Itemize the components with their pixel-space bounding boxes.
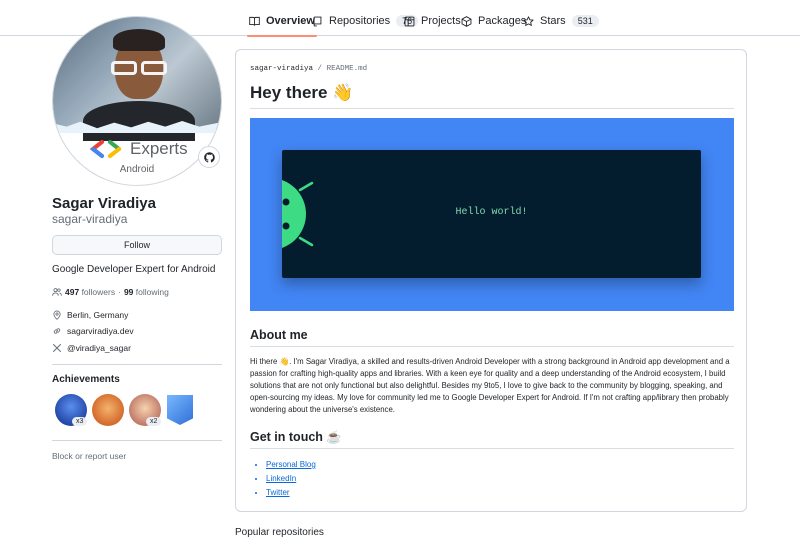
package-icon (461, 15, 472, 27)
location-text: Berlin, Germany (67, 310, 129, 320)
tab-projects[interactable]: Projects (404, 9, 461, 33)
book-icon (249, 16, 260, 26)
separator-dot: · (118, 287, 121, 297)
about-heading: About me (250, 328, 308, 342)
twitter-readme-link[interactable]: Twitter (266, 486, 316, 500)
achievement-count-1: x3 (72, 417, 88, 426)
link-icon (53, 328, 61, 334)
readme-file-link[interactable]: README.md (327, 65, 368, 73)
tab-stars-label: Stars (540, 15, 566, 27)
following-link[interactable]: 99 following (124, 287, 169, 297)
profile-photo (53, 17, 221, 141)
breadcrumb-separator: / (317, 65, 323, 73)
android-text: Android (119, 164, 155, 175)
website-link[interactable]: sagarviradiya.dev (67, 326, 134, 336)
readme-card: sagar-viradiya / README.md Hey there 👋 H… (235, 49, 747, 512)
x-logo-icon (52, 343, 62, 353)
personal-blog-link[interactable]: Personal Blog (266, 458, 316, 472)
profile-fullname: Sagar Viradiya (52, 195, 156, 212)
twitter-link[interactable]: @viradiya_sagar (67, 343, 131, 353)
terminal-window: Hello world! (282, 150, 701, 278)
tab-packages-label: Packages (478, 15, 527, 27)
about-rule (250, 346, 734, 347)
following-label: following (135, 287, 169, 297)
contact-heading: Get in touch ☕ (250, 430, 342, 444)
table-icon (404, 16, 415, 26)
readme-owner-link[interactable]: sagar-viradiya (250, 65, 313, 73)
profile-username: sagar-viradiya (52, 212, 128, 226)
block-report-link[interactable]: Block or report user (52, 451, 126, 461)
avatar[interactable]: Experts Android (52, 16, 222, 186)
gde-experts-logo: Experts (90, 139, 188, 159)
popular-repositories-heading: Popular repositories (235, 527, 324, 538)
readme-heading: Hey there 👋 (250, 83, 354, 102)
repo-icon (313, 16, 322, 26)
terminal-text: Hello world! (455, 207, 528, 218)
code-brackets-icon (90, 140, 121, 158)
website-row[interactable]: sagarviradiya.dev (52, 326, 134, 336)
linkedin-link[interactable]: LinkedIn (266, 472, 316, 486)
follow-button[interactable]: Follow (52, 235, 222, 255)
tab-stars[interactable]: Stars 531 (523, 9, 599, 33)
divider (52, 364, 222, 365)
readme-banner-image: Hello world! (250, 118, 734, 311)
glasses (111, 61, 167, 75)
octocat-icon (203, 151, 215, 163)
tab-repositories[interactable]: Repositories 76 (312, 9, 419, 33)
following-count: 99 (123, 287, 134, 297)
twitter-row[interactable]: @viradiya_sagar (52, 343, 131, 353)
achievement-count-3: x2 (146, 417, 162, 426)
location-row: Berlin, Germany (52, 310, 128, 320)
status-button[interactable] (198, 146, 220, 168)
tab-overview-label: Overview (266, 15, 315, 27)
readme-breadcrumb: sagar-viradiya / README.md (250, 65, 367, 73)
tab-packages[interactable]: Packages (461, 9, 526, 33)
about-paragraph: Hi there 👋. I'm Sagar Viradiya, a skille… (250, 357, 730, 414)
divider (52, 440, 222, 441)
tab-projects-label: Projects (421, 15, 461, 27)
people-icon (52, 288, 62, 296)
achievement-badge-2[interactable] (92, 394, 124, 426)
followers-link[interactable]: 497 followers (65, 287, 115, 297)
heading-rule (250, 108, 734, 109)
follow-stats: 497 followers · 99 following (52, 287, 169, 297)
followers-label: followers (81, 287, 116, 297)
experts-text: Experts (130, 139, 188, 158)
stars-count-badge: 531 (571, 15, 599, 27)
tab-overview[interactable]: Overview (247, 9, 317, 37)
contact-rule (250, 448, 734, 449)
tab-repositories-label: Repositories (329, 15, 391, 27)
star-icon (523, 15, 534, 26)
contact-links-list: Personal Blog LinkedIn Twitter (266, 458, 316, 500)
followers-count: 497 (65, 287, 80, 297)
achievement-badge-4[interactable] (167, 395, 193, 425)
location-pin-icon (53, 310, 61, 320)
achievements-title: Achievements (52, 374, 120, 385)
profile-bio: Google Developer Expert for Android (52, 264, 216, 275)
